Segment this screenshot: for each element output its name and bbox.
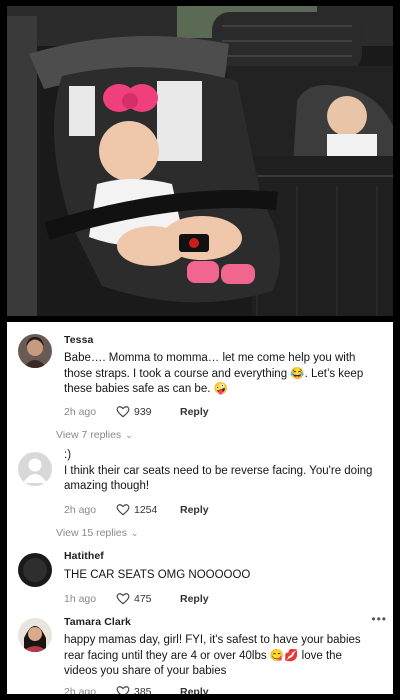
comment-username[interactable]: Tamara Clark	[64, 614, 373, 628]
like-count: 385	[134, 685, 152, 695]
like-button[interactable]: 1254	[116, 503, 180, 517]
heart-outline-icon	[116, 405, 130, 417]
comment-body: Tessa Babe…. Momma to momma… let me come…	[64, 330, 373, 419]
chevron-down-icon: ⌄	[125, 429, 133, 440]
avatar[interactable]	[18, 334, 52, 368]
comment-text: Babe…. Momma to momma… let me come help …	[64, 352, 364, 395]
comment-time: 1h ago	[64, 592, 97, 605]
video-thumbnail[interactable]	[7, 6, 393, 316]
chevron-down-icon: ⌄	[131, 527, 139, 538]
comment-username[interactable]: Hatithef	[64, 550, 373, 562]
comment-body: Tamara Clark happy mamas day, girl! FYI,…	[64, 614, 373, 694]
comment-time: 2h ago	[64, 405, 97, 418]
reply-button[interactable]: Reply	[180, 593, 209, 605]
comment-body: Hatithef THE CAR SEATS OMG NOOOOOO 1h ag…	[64, 550, 373, 606]
default-avatar-icon	[18, 452, 52, 486]
view-replies-button[interactable]: View 7 replies ⌄	[56, 429, 133, 441]
reply-button[interactable]: Reply	[180, 504, 209, 516]
user-avatar-icon	[18, 618, 52, 652]
car-seat-photo	[7, 6, 393, 316]
user-avatar-icon	[18, 334, 52, 368]
comment-text: :) I think their car seats need to be re…	[64, 449, 373, 492]
avatar[interactable]	[18, 452, 52, 486]
like-count: 1254	[134, 503, 158, 516]
heart-outline-icon	[116, 685, 130, 694]
user-avatar-icon	[18, 553, 52, 587]
like-button[interactable]: 939	[116, 405, 180, 419]
view-replies-label: View 7 replies	[56, 429, 122, 441]
comment-body: :) I think their car seats need to be re…	[64, 448, 373, 517]
like-count: 939	[134, 405, 152, 418]
comment-username[interactable]: Tessa	[64, 330, 373, 346]
heart-outline-icon	[116, 592, 130, 604]
view-replies-button[interactable]: View 15 replies ⌄	[56, 527, 139, 539]
comment-text: THE CAR SEATS OMG NOOOOOO	[64, 569, 251, 581]
comment-meta: 2h ago 939 Reply	[64, 405, 373, 419]
comment-meta: 2h ago 1254 Reply	[64, 503, 373, 517]
comment-meta: 1h ago 475 Reply	[64, 592, 373, 606]
comments-panel: Tessa Babe…. Momma to momma… let me come…	[7, 322, 393, 694]
reply-button[interactable]: Reply	[180, 686, 209, 695]
view-replies-label: View 15 replies	[56, 527, 128, 539]
avatar[interactable]	[18, 618, 52, 652]
comment-time: 2h ago	[64, 503, 97, 516]
comment-time: 2h ago	[64, 685, 97, 695]
heart-outline-icon	[116, 503, 130, 515]
comment-text: happy mamas day, girl! FYI, it's safest …	[64, 634, 361, 677]
like-button[interactable]: 385	[116, 685, 180, 695]
comment-meta: 2h ago 385 Reply	[64, 685, 373, 695]
more-options-icon[interactable]: •••	[371, 612, 387, 626]
like-count: 475	[134, 592, 152, 605]
like-button[interactable]: 475	[116, 592, 180, 606]
reply-button[interactable]: Reply	[180, 406, 209, 418]
avatar[interactable]	[18, 553, 52, 587]
